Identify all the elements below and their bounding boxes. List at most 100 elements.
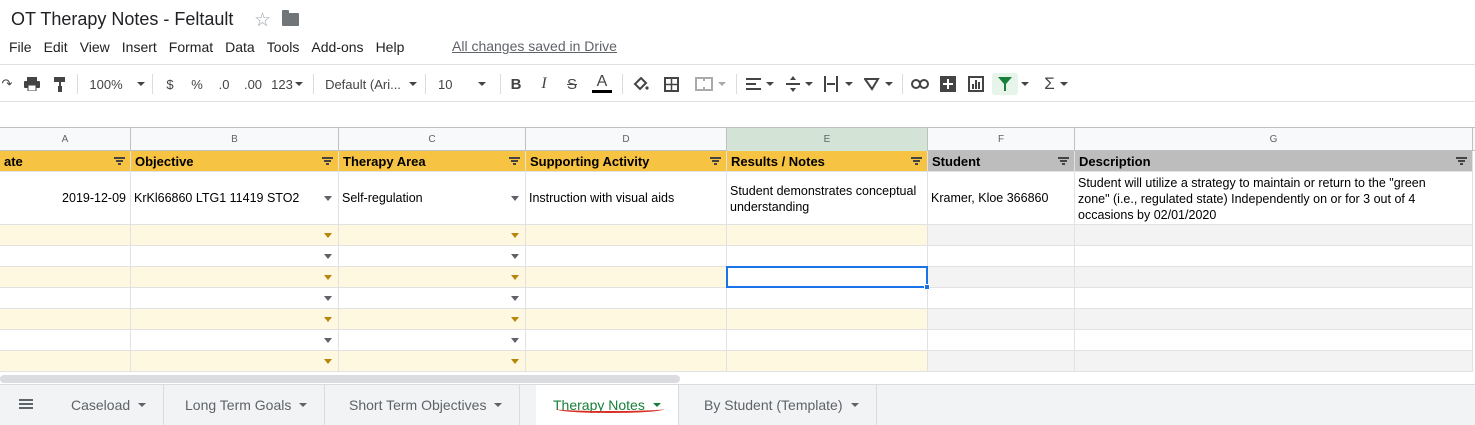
cell-objective[interactable]: [131, 288, 339, 309]
cell-description[interactable]: [1075, 309, 1473, 330]
cell-therapy-area[interactable]: [339, 351, 526, 372]
cell-therapy-area[interactable]: [339, 288, 526, 309]
header-cell-results[interactable]: Results / Notes: [727, 151, 928, 172]
dropdown-arrow-icon[interactable]: [511, 275, 519, 280]
filter-icon[interactable]: [1058, 157, 1069, 166]
dropdown-arrow-icon[interactable]: [511, 196, 519, 201]
chevron-down-icon[interactable]: [494, 403, 503, 407]
text-wrap-icon[interactable]: [822, 73, 854, 95]
cell-supporting-activity[interactable]: [526, 330, 727, 351]
cell-supporting-activity[interactable]: [526, 267, 727, 288]
cell-student[interactable]: [928, 225, 1075, 246]
header-cell-description[interactable]: Description: [1075, 151, 1473, 172]
filter-views-dropdown[interactable]: [1018, 73, 1032, 95]
text-color-button[interactable]: A: [592, 73, 612, 93]
cell-description[interactable]: [1075, 288, 1473, 309]
column-header-c[interactable]: C: [339, 128, 526, 151]
cell-student[interactable]: [928, 309, 1075, 330]
print-icon[interactable]: [22, 73, 42, 95]
cell-date[interactable]: [0, 246, 131, 267]
horizontal-scrollbar[interactable]: [0, 375, 680, 383]
cell-date[interactable]: [0, 225, 131, 246]
cell-student[interactable]: [928, 267, 1075, 288]
dropdown-arrow-icon[interactable]: [511, 338, 519, 343]
insert-chart-icon[interactable]: [966, 73, 986, 95]
cell-student[interactable]: Kramer, Kloe 366860: [928, 172, 1075, 225]
dropdown-arrow-icon[interactable]: [324, 233, 332, 238]
chevron-down-icon[interactable]: [850, 403, 859, 407]
functions-button[interactable]: Σ: [1040, 73, 1072, 95]
cell-objective[interactable]: [131, 309, 339, 330]
vertical-align-icon[interactable]: [784, 73, 814, 95]
header-cell-date[interactable]: ate: [0, 151, 131, 172]
cell-supporting-activity[interactable]: [526, 351, 727, 372]
dropdown-arrow-icon[interactable]: [511, 254, 519, 259]
cell-date[interactable]: 2019-12-09: [0, 172, 131, 225]
document-title[interactable]: OT Therapy Notes - Feltault: [11, 9, 233, 30]
cell-description[interactable]: [1075, 267, 1473, 288]
header-cell-supporting-activity[interactable]: Supporting Activity: [526, 151, 727, 172]
column-header-d[interactable]: D: [526, 128, 727, 151]
increase-decimal-button[interactable]: .00: [241, 73, 265, 95]
menu-edit[interactable]: Edit: [38, 37, 74, 57]
all-sheets-menu-icon[interactable]: [19, 399, 33, 411]
column-header-g[interactable]: G: [1075, 128, 1473, 151]
strikethrough-button[interactable]: S: [564, 73, 580, 95]
cell-objective[interactable]: [131, 267, 339, 288]
menu-data[interactable]: Data: [219, 37, 261, 57]
header-cell-objective[interactable]: Objective: [131, 151, 339, 172]
header-cell-student[interactable]: Student: [928, 151, 1075, 172]
borders-icon[interactable]: [662, 73, 680, 95]
dropdown-arrow-icon[interactable]: [511, 359, 519, 364]
cell-date[interactable]: [0, 330, 131, 351]
more-formats-button[interactable]: 123: [270, 73, 304, 95]
cell-supporting-activity[interactable]: [526, 288, 727, 309]
cell-objective[interactable]: KrKl66860 LTG1 11419 STO2: [131, 172, 339, 225]
cell-results[interactable]: [727, 330, 928, 351]
cell-results[interactable]: Student demonstrates conceptual understa…: [727, 172, 928, 225]
dropdown-arrow-icon[interactable]: [324, 338, 332, 343]
dropdown-arrow-icon[interactable]: [324, 317, 332, 322]
italic-button[interactable]: I: [536, 73, 552, 95]
save-status[interactable]: All changes saved in Drive: [452, 38, 617, 54]
font-select[interactable]: Default (Ari...: [325, 73, 417, 95]
dropdown-arrow-icon[interactable]: [324, 275, 332, 280]
cell-student[interactable]: [928, 330, 1075, 351]
menu-file[interactable]: File: [0, 37, 38, 57]
cell-therapy-area[interactable]: Self-regulation: [339, 172, 526, 225]
percent-format-button[interactable]: %: [189, 73, 205, 95]
menu-tools[interactable]: Tools: [261, 37, 306, 57]
dropdown-arrow-icon[interactable]: [511, 317, 519, 322]
cell-results[interactable]: [727, 225, 928, 246]
cell-objective[interactable]: [131, 330, 339, 351]
fill-color-icon[interactable]: [632, 73, 650, 95]
cell-description[interactable]: [1075, 246, 1473, 267]
filter-icon[interactable]: [114, 157, 125, 166]
cell-student[interactable]: [928, 246, 1075, 267]
decrease-decimal-button[interactable]: .0: [214, 73, 234, 95]
cell-date[interactable]: [0, 351, 131, 372]
dropdown-arrow-icon[interactable]: [324, 296, 332, 301]
cell-supporting-activity[interactable]: Instruction with visual aids: [526, 172, 727, 225]
cell-supporting-activity[interactable]: [526, 309, 727, 330]
dropdown-arrow-icon[interactable]: [511, 233, 519, 238]
filter-icon[interactable]: [992, 73, 1018, 95]
font-size-select[interactable]: 10: [438, 73, 492, 95]
cell-therapy-area[interactable]: [339, 330, 526, 351]
cell-student[interactable]: [928, 288, 1075, 309]
cell-therapy-area[interactable]: [339, 246, 526, 267]
cell-objective[interactable]: [131, 225, 339, 246]
align-left-icon[interactable]: [744, 73, 776, 95]
paint-format-icon[interactable]: [50, 73, 70, 95]
cell-description[interactable]: Student will utilize a strategy to maint…: [1075, 172, 1473, 225]
dropdown-arrow-icon[interactable]: [324, 196, 332, 201]
menu-help[interactable]: Help: [370, 37, 411, 57]
header-cell-therapy-area[interactable]: Therapy Area: [339, 151, 526, 172]
menu-insert[interactable]: Insert: [116, 37, 163, 57]
zoom-select[interactable]: 100%: [88, 73, 146, 95]
cell-description[interactable]: [1075, 330, 1473, 351]
filter-icon[interactable]: [710, 157, 721, 166]
bold-button[interactable]: B: [508, 73, 524, 95]
cell-results[interactable]: [727, 288, 928, 309]
column-header-f[interactable]: F: [928, 128, 1075, 151]
